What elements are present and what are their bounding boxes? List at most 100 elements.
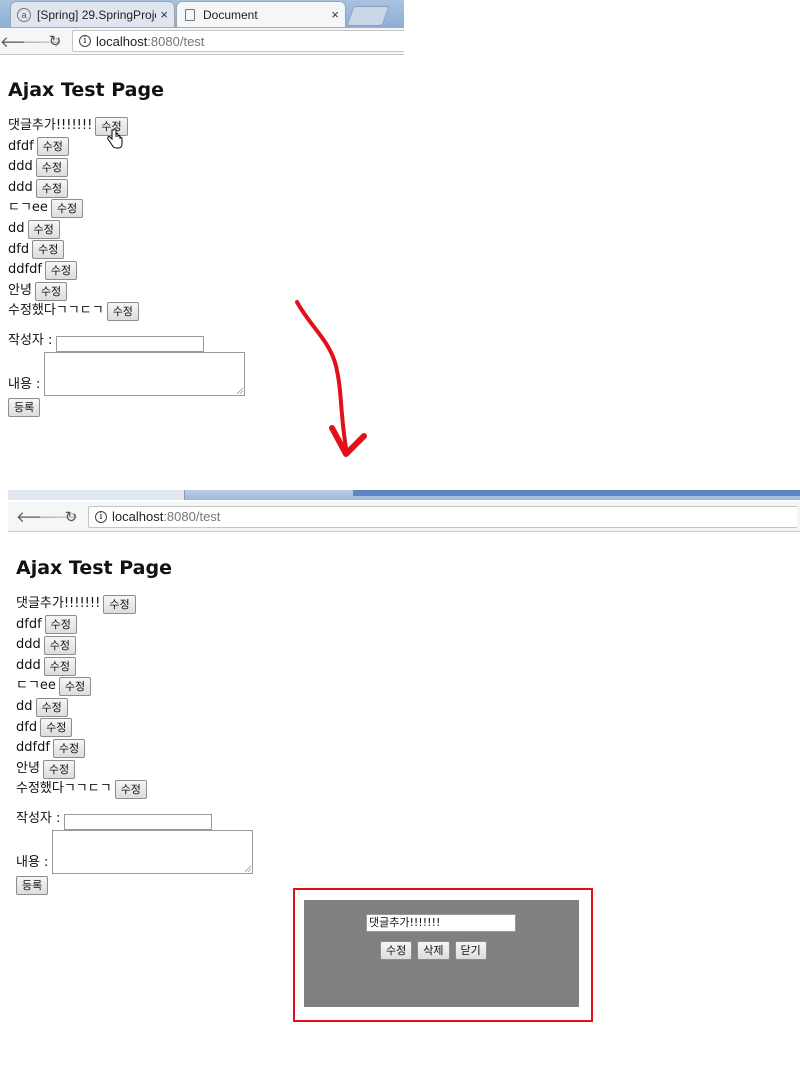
tab-document[interactable]: Document × [176, 1, 346, 27]
reply-row: dfdf 수정 [8, 137, 245, 158]
modal-reply-input[interactable]: 댓글추가!!!!!!! [366, 914, 516, 932]
reply-text: ddfdf [8, 262, 42, 278]
edit-button[interactable]: 수정 [106, 302, 139, 322]
submit-button[interactable]: 등록 [16, 875, 49, 895]
new-tab-button[interactable] [346, 6, 390, 26]
edit-button[interactable]: 수정 [50, 199, 84, 219]
url-host: localhost [112, 509, 164, 524]
document-icon [185, 8, 195, 21]
reply-row: 수정했다ㄱㄱㄷㄱ 수정 [16, 779, 253, 800]
reply-text: ddd [16, 637, 41, 653]
tab-close-icon[interactable]: × [160, 7, 168, 22]
down-arrow-icon [295, 300, 367, 457]
reload-icon[interactable]: ↻ [44, 32, 66, 50]
edit-button[interactable]: 수정 [35, 157, 69, 177]
edit-modal: 댓글추가!!!!!!! 수정 삭제 닫기 [304, 900, 579, 1007]
url-host: localhost [96, 33, 148, 49]
edit-button[interactable]: 수정 [27, 219, 60, 239]
reply-text: 수정했다ㄱㄱㄷㄱ [16, 781, 112, 797]
submit-button[interactable]: 등록 [8, 397, 41, 417]
tab-strip-fragment [353, 490, 800, 496]
content-label: 내용 : [8, 377, 41, 393]
reload-icon[interactable]: ↻ [60, 508, 82, 526]
back-arrow-icon[interactable]: 🡐 [16, 507, 56, 526]
reply-text: ddfdf [16, 740, 50, 756]
modal-delete-button[interactable]: 삭제 [417, 941, 450, 960]
forward-arrow-icon[interactable]: 🡒 [22, 32, 62, 51]
info-icon[interactable]: i [95, 510, 107, 523]
modal-button-group: 수정 삭제 닫기 [380, 941, 487, 960]
edit-button[interactable]: 수정 [44, 260, 78, 280]
edit-button[interactable]: 수정 [52, 738, 86, 758]
url-path: :8080/test [147, 33, 205, 49]
reply-row: dfdf 수정 [16, 615, 253, 636]
edit-button[interactable]: 수정 [114, 780, 147, 800]
url-field[interactable]: i localhost:8080/test [88, 505, 797, 528]
reply-row: 안녕 수정 [8, 281, 245, 302]
reply-text: ddd [8, 159, 33, 175]
reply-row: 수정했다ㄱㄱㄷㄱ 수정 [8, 301, 245, 322]
tab-title: Document [203, 7, 258, 22]
reply-text: ㄷㄱee [16, 678, 56, 694]
url-field[interactable]: i localhost:8080/test [72, 30, 404, 52]
reply-row: 안녕 수정 [16, 759, 253, 780]
edit-button[interactable]: 수정 [43, 656, 77, 676]
tab-title: [Spring] 29.SpringProject [37, 7, 156, 22]
back-arrow-icon[interactable]: 🡐 [0, 32, 40, 51]
address-bar: 🡐 🡒 ↻ i localhost:8080/test [0, 28, 404, 55]
tab-close-icon[interactable]: × [331, 7, 339, 22]
edit-button[interactable]: 수정 [40, 718, 73, 738]
reply-row: ㄷㄱee 수정 [16, 676, 253, 697]
reply-list: 댓글추가!!!!!!! 수정 dfdf 수정 ddd 수정 ddd 수정 ㄷㄱee 수정 … [16, 594, 253, 800]
reply-text: dfdf [16, 616, 42, 632]
reply-row: dd 수정 [8, 219, 245, 240]
reply-form: 작성자 : 내용 : 등록 [8, 330, 246, 419]
content-line: 내용 : [16, 829, 254, 874]
info-icon[interactable]: i [79, 35, 91, 47]
content-line: 내용 : [8, 351, 246, 396]
reply-row: ddd 수정 [16, 635, 253, 656]
page-title: Ajax Test Page [8, 79, 164, 101]
edit-button[interactable]: 수정 [43, 635, 77, 655]
reply-text: ddd [8, 179, 33, 195]
reply-text: 댓글추가!!!!!!! [16, 596, 101, 611]
edit-button[interactable]: 수정 [44, 615, 77, 635]
address-bar: 🡐 🡒 ↻ i localhost:8080/test [8, 502, 800, 532]
edit-button[interactable]: 수정 [103, 594, 136, 614]
page-title: Ajax Test Page [16, 557, 172, 579]
reply-row: 댓글추가!!!!!!! 수정 [16, 594, 253, 615]
edit-button[interactable]: 수정 [34, 281, 68, 301]
tab-spring-project[interactable]: a [Spring] 29.SpringProject × [10, 1, 175, 27]
reply-text: ddd [16, 657, 41, 673]
edit-button[interactable]: 수정 [58, 677, 92, 697]
tab-favicon-icon: a [17, 7, 31, 22]
writer-line: 작성자 : [8, 330, 245, 352]
reply-text: dd [8, 220, 25, 236]
writer-input[interactable] [56, 335, 205, 352]
browser-tab-bar: a [Spring] 29.SpringProject × Document × [0, 0, 404, 28]
writer-label: 작성자 : [8, 333, 53, 349]
tab-strip-fragment [8, 490, 185, 500]
reply-row: ddfdf 수정 [16, 738, 253, 759]
content-textarea[interactable] [52, 829, 254, 874]
reply-row: ddd 수정 [16, 656, 253, 677]
reply-text: 수정했다ㄱㄱㄷㄱ [8, 303, 104, 319]
writer-input[interactable] [64, 813, 213, 830]
edit-button[interactable]: 수정 [32, 240, 65, 260]
reply-text: dfdf [8, 138, 34, 154]
reply-text: 댓글추가!!!!!!! [8, 118, 93, 133]
edit-button[interactable]: 수정 [42, 759, 76, 779]
hand-cursor-icon [107, 129, 123, 149]
content-textarea[interactable] [44, 351, 246, 396]
reply-row: ㄷㄱee 수정 [8, 198, 245, 219]
url-path: :8080/test [163, 509, 221, 524]
reply-text: ㄷㄱee [8, 200, 48, 216]
edit-button[interactable]: 수정 [35, 178, 69, 198]
modal-edit-button[interactable]: 수정 [380, 941, 413, 960]
reply-row: ddd 수정 [8, 178, 245, 199]
modal-close-button[interactable]: 닫기 [454, 941, 487, 960]
edit-button[interactable]: 수정 [35, 697, 68, 717]
edit-button[interactable]: 수정 [36, 137, 69, 157]
reply-row: ddd 수정 [8, 157, 245, 178]
forward-arrow-icon[interactable]: 🡒 [38, 507, 78, 526]
